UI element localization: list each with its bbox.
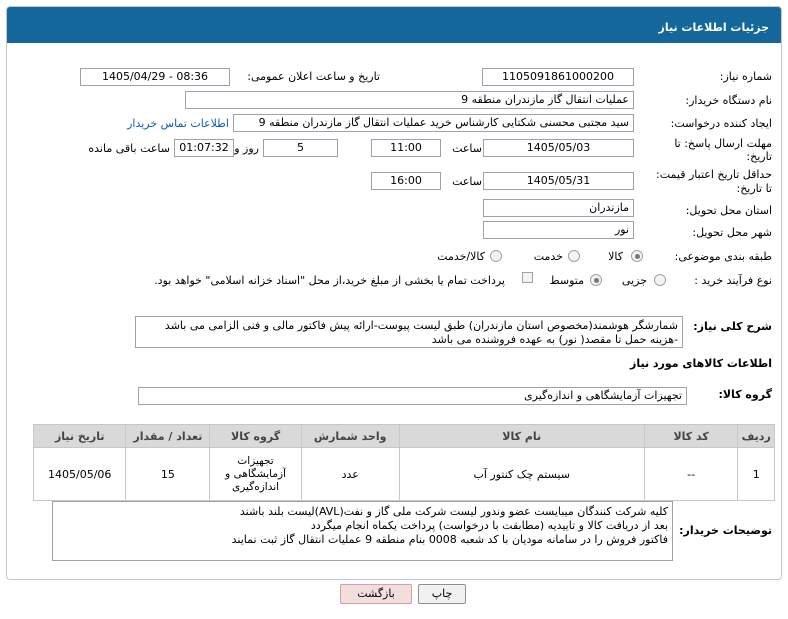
province-field: مازندران [483, 199, 634, 217]
buyer-contact-link[interactable]: اطلاعات تماس خریدار [127, 117, 229, 130]
cell-need-date: 1405/05/06 [32, 447, 127, 501]
category-radio-goods-service[interactable] [490, 250, 502, 262]
page-title: جزئیات اطلاعات نیاز [658, 21, 770, 34]
category-option-goods: کالا [608, 250, 623, 263]
process-radio-minor[interactable] [654, 274, 666, 286]
province-label: استان محل تحویل: [685, 204, 772, 217]
treasury-payment-note: پرداخت تمام یا بخشی از مبلغ خرید،از محل … [154, 274, 505, 287]
remaining-time-label: ساعت باقی مانده [88, 142, 170, 155]
price-time-label: ساعت [452, 175, 482, 188]
col-goods-name: نام کالا [398, 424, 645, 448]
goods-info-title: اطلاعات کالاهای مورد نیاز [630, 357, 772, 370]
process-radio-medium[interactable] [590, 274, 602, 286]
need-number-label: شماره نیاز: [719, 70, 772, 83]
cell-quantity: 15 [125, 447, 211, 501]
buyer-org-field: عملیات انتقال گاز مازندران منطقه 9 [185, 91, 634, 109]
cell-row: 1 [737, 447, 775, 501]
deadline-time-label: ساعت [452, 142, 482, 155]
city-label: شهر محل تحویل: [692, 226, 772, 239]
buyer-note-line: فاکتور فروش را در سامانه مودیان با کد شع… [231, 533, 668, 546]
price-time-field: 16:00 [371, 172, 441, 190]
price-date-field: 1405/05/31 [483, 172, 634, 190]
panel-header: جزئیات اطلاعات نیاز [7, 7, 781, 43]
category-radio-goods[interactable] [631, 250, 643, 262]
buyer-notes-box: کلیه شرکت کنندگان میبایست عضو وندور لیست… [52, 501, 673, 561]
need-number-field: 1105091861000200 [482, 68, 634, 86]
category-option-goods-service: کالا/خدمت [437, 250, 485, 263]
announce-field: 1405/04/29 - 08:36 [80, 68, 230, 86]
days-remaining-field: 5 [263, 139, 338, 157]
price-validity-label: حداقل تاریخ اعتبار قیمت: [656, 168, 772, 181]
cell-goods-code: -- [643, 447, 739, 501]
buyer-notes-label: توضیحات خریدار: [679, 524, 772, 537]
remaining-time-field: 01:07:32 [174, 139, 234, 157]
city-field: نور [483, 221, 634, 239]
goods-group-field: تجهیزات آزمایشگاهی و اندازه‌گیری [138, 387, 687, 405]
deadline-time-field: 11:00 [371, 139, 441, 157]
goods-group-label: گروه کالا: [718, 388, 772, 401]
table-row: 1405/05/06 15 تجهیزات آزمایشگاهی و انداز… [32, 447, 775, 501]
summary-text: شمارشگر هوشمند(مخصوص استان مازندران) طبق… [135, 316, 683, 348]
col-quantity: تعداد / مقدار [125, 424, 211, 448]
cell-goods-group: تجهیزات آزمایشگاهی و اندازه‌گیری [209, 447, 302, 501]
process-type-label: نوع فرآیند خرید : [694, 274, 772, 287]
deadline-label-date: تاریخ: [746, 150, 772, 163]
buyer-note-line: بعد از دریافت کالا و تاییدیه (مطابقت با … [310, 519, 668, 532]
goods-table: تاریخ نیاز تعداد / مقدار گروه کالا واحد … [32, 424, 775, 501]
buyer-org-label: نام دستگاه خریدار: [685, 94, 772, 107]
category-label: طبقه بندی موضوعی: [674, 250, 772, 263]
col-need-date: تاریخ نیاز [32, 424, 127, 448]
deadline-date-field: 1405/05/03 [483, 139, 634, 157]
announce-label: تاریخ و ساعت اعلان عمومی: [247, 70, 380, 83]
category-radio-service[interactable] [568, 250, 580, 262]
col-row: ردیف [737, 424, 775, 448]
buyer-note-line: کلیه شرکت کنندگان میبایست عضو وندور لیست… [239, 505, 668, 518]
treasury-payment-checkbox[interactable] [522, 272, 533, 283]
summary-label: شرح کلی نیاز: [693, 320, 772, 333]
requester-label: ایجاد کننده درخواست: [670, 117, 772, 130]
goods-table-header: تاریخ نیاز تعداد / مقدار گروه کالا واحد … [32, 424, 775, 448]
process-option-medium: متوسط [549, 274, 584, 287]
cell-unit: عدد [300, 447, 400, 501]
col-goods-group: گروه کالا [209, 424, 302, 448]
col-goods-code: کد کالا [643, 424, 739, 448]
back-button[interactable]: بازگشت [340, 584, 412, 604]
deadline-label: مهلت ارسال پاسخ: تا [674, 137, 772, 150]
cell-goods-name: سیستم چک کنتور آب [398, 447, 645, 501]
print-button[interactable]: چاپ [418, 584, 466, 604]
process-option-minor: جزیی [621, 274, 647, 287]
requester-field: سید مجتبی محسنی شکتایی کارشناس خرید عملی… [233, 114, 634, 132]
col-unit: واحد شمارش [300, 424, 400, 448]
days-label: روز و [234, 142, 259, 155]
price-validity-label-date: تا تاریخ: [736, 182, 772, 195]
category-option-service: خدمت [533, 250, 563, 263]
